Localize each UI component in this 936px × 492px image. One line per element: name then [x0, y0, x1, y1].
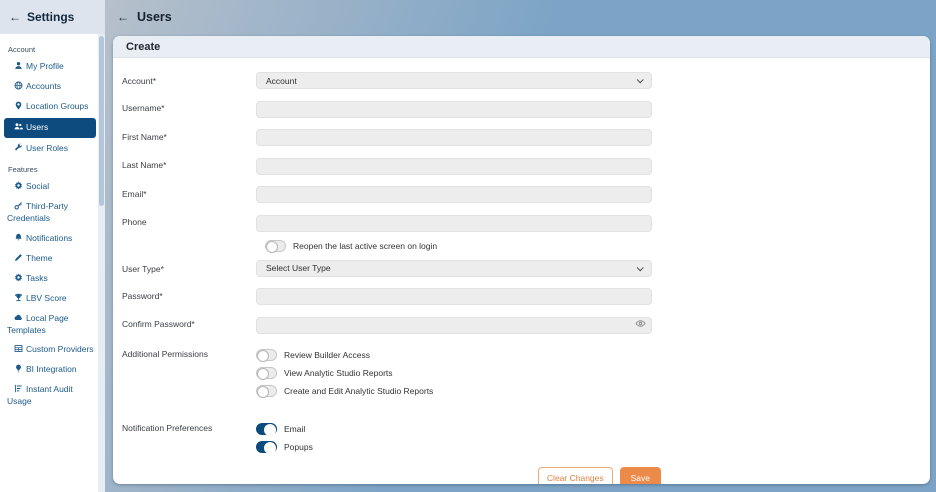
- gear-icon: [14, 273, 23, 282]
- last-name-input[interactable]: [256, 157, 652, 175]
- person-icon: [14, 61, 23, 70]
- form-row-phone: Phone: [122, 213, 930, 232]
- form-row-confirm-password: Confirm Password*: [122, 315, 930, 334]
- globe-icon: [14, 81, 23, 90]
- clear-changes-button[interactable]: Clear Changes: [537, 466, 613, 484]
- popups-notification-toggle[interactable]: [256, 440, 277, 454]
- sidebar-item-location-groups[interactable]: Location Groups: [0, 97, 105, 117]
- notification-preferences-label: Notification Preferences: [122, 422, 213, 433]
- popups-notification-row: Popups: [256, 440, 652, 454]
- sidebar-scrollbar-thumb[interactable]: [99, 36, 104, 206]
- reopen-login-toggle-row: Reopen the last active screen on login: [265, 239, 930, 253]
- sidebar-item-theme[interactable]: Theme: [0, 249, 105, 269]
- user-type-label: User Type*: [122, 263, 164, 274]
- username-label: Username*: [122, 103, 165, 113]
- page-title: Users: [137, 10, 172, 24]
- sidebar-item-user-roles[interactable]: User Roles: [0, 139, 105, 159]
- users-header: ← Users: [105, 0, 936, 34]
- review-builder-access-row: Review Builder Access: [256, 348, 652, 362]
- pencil-icon: [14, 253, 23, 262]
- confirm-password-input[interactable]: [256, 316, 652, 334]
- sidebar-nav: Account My Profile Accounts Location Gro…: [0, 34, 105, 412]
- back-arrow-icon[interactable]: ←: [9, 10, 21, 24]
- settings-header[interactable]: ← Settings: [0, 0, 105, 34]
- create-edit-analytic-studio-reports-toggle[interactable]: [256, 384, 277, 398]
- reopen-login-toggle[interactable]: [265, 239, 286, 253]
- section-label-account: Account: [8, 45, 36, 54]
- email-notification-row: Email: [256, 422, 652, 436]
- form-row-email: Email*: [122, 185, 930, 203]
- form-row-username: Username*: [122, 99, 930, 118]
- phone-input[interactable]: [256, 214, 652, 232]
- sidebar-item-accounts[interactable]: Accounts: [0, 77, 105, 97]
- sidebar-item-users[interactable]: Users: [4, 117, 96, 138]
- form-row-last-name: Last Name*: [122, 156, 930, 175]
- sidebar-item-lbv-score[interactable]: LBV Score: [0, 289, 105, 309]
- sidebar-item-social[interactable]: Social: [0, 177, 105, 197]
- sidebar-item-tasks[interactable]: Tasks: [0, 269, 105, 289]
- wrench-icon: [14, 143, 23, 152]
- form-action-bar: Clear Changes Save: [122, 466, 661, 484]
- email-notification-toggle[interactable]: [256, 422, 277, 436]
- gear-icon: [14, 181, 23, 191]
- sidebar-item-my-profile[interactable]: My Profile: [0, 57, 105, 77]
- account-select[interactable]: Account: [256, 72, 652, 89]
- form-row-password: Password*: [122, 287, 930, 305]
- key-icon: [14, 201, 23, 210]
- sidebar-scrollbar[interactable]: [98, 34, 105, 492]
- settings-sidebar: ← Settings Account My Profile Accounts L…: [0, 0, 105, 492]
- users-icon: [14, 122, 23, 131]
- show-password-eye-icon[interactable]: [635, 318, 646, 329]
- sidebar-item-notifications[interactable]: Notifications: [0, 229, 105, 249]
- review-builder-access-toggle[interactable]: [256, 348, 277, 362]
- first-name-label: First Name*: [122, 131, 167, 142]
- card-title: Create: [113, 36, 930, 58]
- user-type-select[interactable]: Select User Type: [256, 259, 652, 277]
- password-input[interactable]: [256, 288, 652, 305]
- form-row-first-name: First Name*: [122, 128, 930, 146]
- trophy-icon: [14, 293, 23, 302]
- username-input[interactable]: [256, 100, 652, 118]
- last-name-label: Last Name*: [122, 160, 167, 170]
- map-pin-icon: [14, 101, 23, 110]
- main-content: ← Users Create Account* Account Username…: [105, 0, 936, 492]
- bulb-icon: [14, 364, 23, 373]
- form-row-account: Account* Account: [122, 72, 930, 89]
- sidebar-item-bi-integration[interactable]: BI Integration: [0, 360, 105, 380]
- table-icon: [14, 344, 23, 353]
- sidebar-item-instant-audit-usage[interactable]: Instant Audit Usage: [0, 380, 105, 412]
- view-analytic-studio-reports-toggle[interactable]: [256, 366, 277, 380]
- create-user-card: Create Account* Account Username* First …: [113, 36, 930, 484]
- form-row-user-type: User Type* Select User Type: [122, 259, 930, 277]
- password-label: Password*: [122, 290, 163, 301]
- sidebar-item-custom-providers[interactable]: Custom Providers: [0, 340, 105, 360]
- chevron-down-icon: [636, 263, 644, 271]
- sidebar-item-local-page-templates[interactable]: Local Page Templates: [0, 309, 105, 341]
- bell-icon: [14, 233, 23, 242]
- audit-chart-icon: [14, 384, 23, 393]
- sidebar-item-third-party-credentials[interactable]: Third-Party Credentials: [0, 197, 105, 229]
- first-name-input[interactable]: [256, 129, 652, 146]
- back-arrow-icon[interactable]: ←: [117, 10, 129, 24]
- email-input[interactable]: [256, 186, 652, 203]
- save-button[interactable]: Save: [619, 466, 661, 484]
- create-edit-analytic-studio-reports-row: Create and Edit Analytic Studio Reports: [256, 384, 652, 398]
- account-label: Account*: [122, 76, 157, 86]
- phone-label: Phone: [122, 217, 147, 227]
- additional-permissions-label: Additional Permissions: [122, 348, 208, 359]
- cloud-icon: [14, 313, 23, 322]
- view-analytic-studio-reports-row: View Analytic Studio Reports: [256, 366, 652, 380]
- form-row-additional-permissions: Additional Permissions Review Builder Ac…: [122, 347, 930, 398]
- settings-title: Settings: [27, 10, 75, 24]
- section-label-features: Features: [8, 165, 38, 175]
- create-user-form: Account* Account Username* First Name* L…: [113, 58, 930, 484]
- chevron-down-icon: [636, 76, 644, 84]
- form-row-notification-preferences: Notification Preferences Email Popups: [122, 421, 930, 454]
- confirm-password-label: Confirm Password*: [122, 319, 195, 329]
- reopen-login-label: Reopen the last active screen on login: [293, 240, 438, 251]
- email-label: Email*: [122, 188, 147, 199]
